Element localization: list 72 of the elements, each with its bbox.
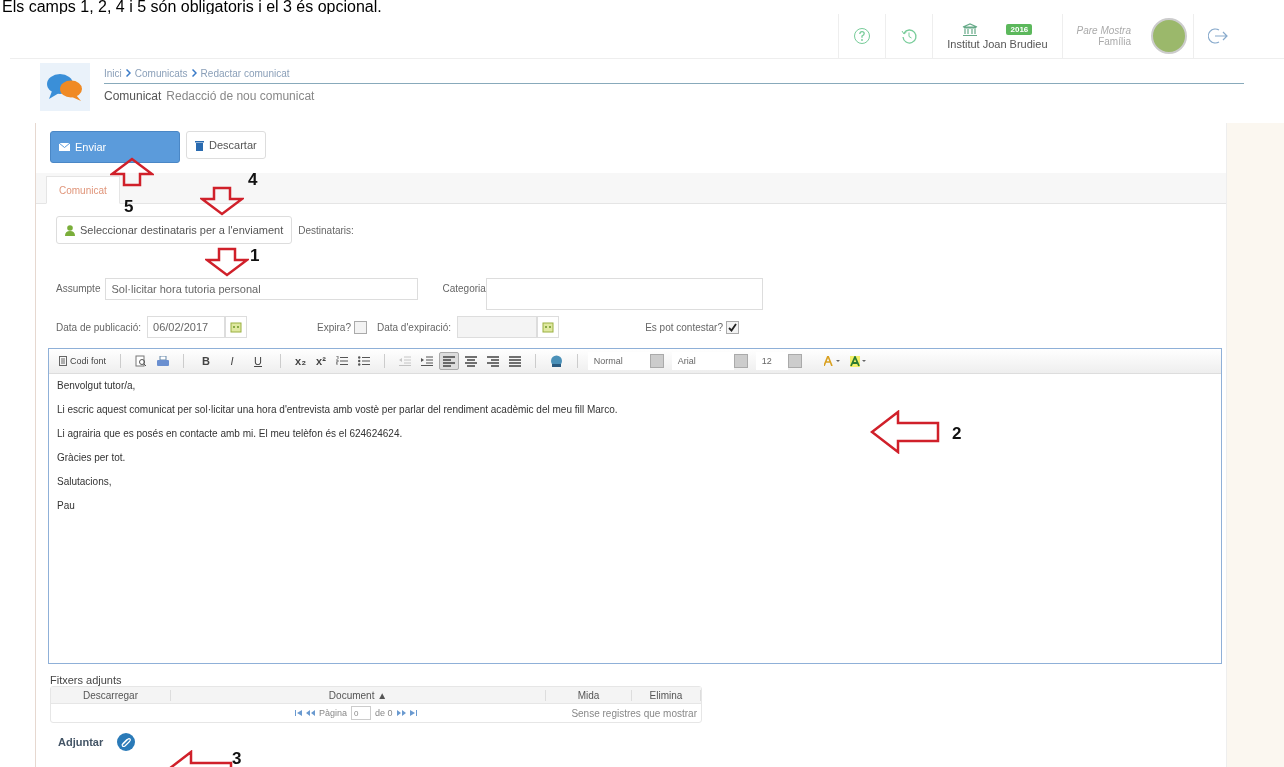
column-header[interactable]: Descarregar: [51, 689, 171, 701]
message-paragraph: Gràcies per tot.: [57, 452, 126, 463]
subject-field[interactable]: Sol·licitar hora tutoria personal: [105, 278, 419, 300]
align-left-icon[interactable]: [438, 352, 459, 370]
category-field[interactable]: [485, 278, 763, 310]
source-code-button[interactable]: Codi font: [55, 352, 111, 370]
script-button[interactable]: x₂: [291, 352, 311, 370]
message-paragraph: Benvolgut tutor/a,: [57, 380, 136, 391]
column-header[interactable]: Document ▲: [171, 689, 546, 701]
attachments-title: Fitxers adjunts: [50, 674, 123, 686]
checkbox[interactable]: [353, 320, 367, 334]
logout-icon[interactable]: [1208, 27, 1228, 45]
format-button[interactable]: B: [198, 352, 215, 370]
checkbox[interactable]: [725, 320, 739, 334]
page-count: de 0: [375, 708, 393, 718]
last-page-icon[interactable]: [409, 710, 417, 716]
chevron-icon: [125, 69, 131, 77]
recipients-label: Destinataris:: [298, 224, 354, 236]
paperclip-icon[interactable]: [117, 733, 136, 751]
chat-bubbles-icon: [46, 72, 84, 102]
user-name: Pare Mostra: [1076, 25, 1131, 36]
person-icon: [65, 224, 75, 236]
expires-label: Expira?: [317, 321, 351, 333]
message-paragraph: Salutacions,: [57, 476, 112, 487]
annotation-number: 5: [124, 197, 134, 217]
arrow-annotation: [200, 186, 244, 216]
arrow-annotation: [110, 157, 154, 187]
arrow-annotation: [870, 410, 940, 454]
school-name: Institut Joan Brudieu: [947, 37, 1048, 50]
publish-date-field[interactable]: 06/02/2017: [147, 316, 226, 338]
annotation-number: 3: [232, 749, 242, 767]
column-header[interactable]: Mida: [546, 689, 632, 701]
user-role: Família: [1098, 36, 1131, 47]
arrow-annotation: [205, 247, 249, 277]
help-icon[interactable]: [853, 27, 872, 45]
can-reply-label: Es pot contestar?: [645, 321, 723, 333]
script-button[interactable]: x²: [312, 352, 330, 370]
document-icon: [59, 356, 67, 366]
next-page-icon[interactable]: [396, 710, 406, 716]
message-paragraph: Pau: [57, 500, 75, 511]
message-paragraph: Li agrairia que es posés en contacte amb mi. El meu telèfon és el 624624624.: [57, 428, 403, 439]
empty-message: Sense registres que mostrar: [571, 707, 697, 719]
calendar-icon[interactable]: [230, 321, 243, 333]
building-icon: [962, 22, 979, 37]
subject-label: Assumpte: [56, 283, 101, 294]
publish-date-label: Data de publicació:: [56, 321, 142, 333]
calendar-icon[interactable]: [542, 321, 555, 333]
expiry-date-label: Data d'expiració:: [376, 321, 452, 333]
select-recipients-button[interactable]: Seleccionar destinataris per a l'enviament: [56, 216, 293, 244]
page-title: Comunicat: [104, 89, 162, 103]
message-paragraph: Li escric aquest comunicat per sol·licitar una hora d'entrevista amb vostè per parlar del rendiment acadèmic del meu fill Marco.: [57, 404, 618, 415]
expiry-date-field[interactable]: [457, 316, 538, 338]
column-header[interactable]: Elimina: [632, 689, 701, 701]
chevron-icon: [191, 69, 197, 77]
first-page-icon[interactable]: [295, 710, 302, 716]
year-badge: 2016: [1006, 24, 1033, 35]
annotation-number: 4: [248, 170, 258, 190]
annotation-number: 2: [952, 424, 962, 444]
page-subtitle: Redacció de nou comunicat: [166, 89, 315, 103]
annotation-number: 1: [250, 246, 260, 266]
page-label: Pàgina: [319, 708, 348, 718]
attach-label: Adjuntar: [58, 736, 104, 748]
format-button[interactable]: I: [224, 352, 241, 370]
page-input[interactable]: 0: [351, 706, 372, 720]
previous-page-icon[interactable]: [306, 710, 315, 716]
category-label: Categoria: [442, 283, 486, 294]
trash-icon: [195, 139, 204, 151]
discard-button[interactable]: Descartar: [186, 131, 266, 159]
envelope-icon: [59, 143, 70, 151]
format-button[interactable]: U: [250, 352, 267, 370]
history-icon[interactable]: [900, 27, 919, 45]
avatar[interactable]: [1151, 18, 1187, 54]
